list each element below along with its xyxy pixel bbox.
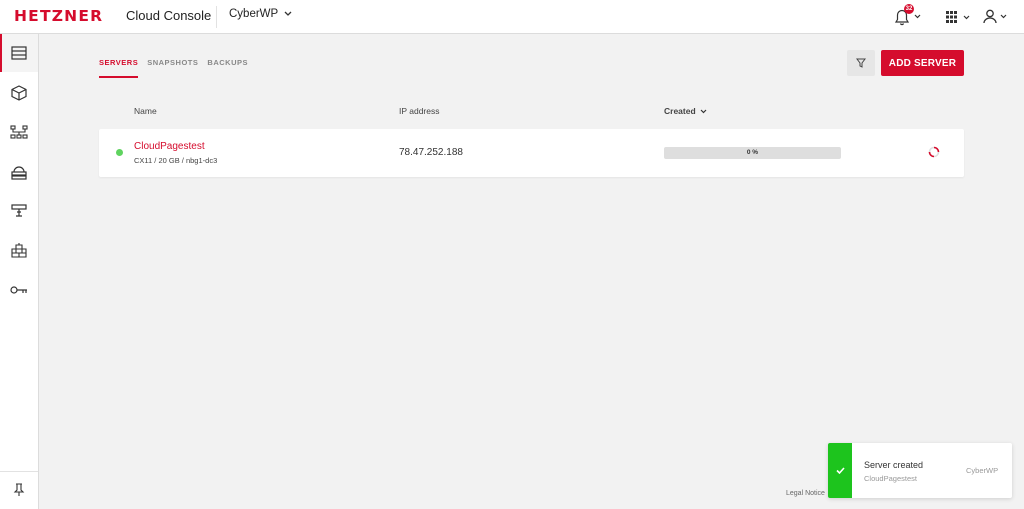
floating-ip-icon [11, 204, 27, 217]
column-header-ip: IP address [399, 106, 440, 116]
project-selector[interactable]: CyberWP [229, 8, 292, 20]
tab-bar: SERVERS SNAPSHOTS BACKUPS [99, 58, 248, 78]
tab-backups[interactable]: BACKUPS [207, 58, 248, 78]
toast-title: Server created [864, 460, 924, 470]
sidebar-item-floating-ips[interactable] [0, 192, 38, 230]
sidebar-item-security[interactable] [0, 271, 38, 309]
server-icon [11, 46, 27, 60]
sidebar-item-networks[interactable] [0, 113, 38, 151]
column-header-created[interactable]: Created [664, 106, 707, 116]
server-name-link[interactable]: CloudPagestest [134, 141, 205, 152]
user-icon [983, 9, 1007, 24]
box-icon [11, 85, 27, 101]
sidebar-pin-button[interactable] [0, 471, 38, 509]
grid-icon [946, 11, 970, 23]
sidebar [0, 34, 39, 509]
project-name: CyberWP [229, 8, 279, 20]
header-divider [216, 6, 217, 28]
app-title: Cloud Console [126, 8, 212, 23]
toast-notification[interactable]: Server created CloudPagestest CyberWP [828, 443, 1012, 498]
pin-icon [13, 483, 25, 496]
hetzner-logo[interactable]: HETZNER [14, 7, 103, 25]
load-balancer-icon [11, 166, 27, 180]
sidebar-item-firewalls[interactable] [0, 231, 38, 269]
tab-servers[interactable]: SERVERS [99, 58, 139, 78]
network-icon [10, 125, 28, 139]
sidebar-item-load-balancers[interactable] [0, 153, 38, 191]
server-ip[interactable]: 78.47.252.188 [399, 147, 463, 158]
table-row[interactable]: CloudPagestest CX11 / 20 GB / nbg1-dc3 7… [99, 129, 964, 177]
legal-notice-link[interactable]: Legal Notice [786, 490, 825, 497]
filter-icon [856, 58, 866, 68]
sidebar-item-volumes[interactable] [0, 74, 38, 112]
filter-button[interactable] [847, 50, 875, 76]
toast-subtitle: CloudPagestest [864, 474, 917, 483]
progress-text: 0 % [746, 149, 759, 156]
column-header-name: Name [134, 106, 157, 116]
firewall-icon [11, 243, 27, 258]
column-header-created-label: Created [664, 106, 696, 116]
apps-menu-button[interactable] [945, 9, 975, 25]
creation-progress-bar: 0 % [664, 147, 841, 159]
tab-snapshots[interactable]: SNAPSHOTS [147, 58, 198, 78]
toast-status-bar [828, 443, 852, 498]
top-bar: HETZNER Cloud Console CyberWP 32 [0, 0, 1024, 34]
loading-spinner-icon [928, 146, 940, 158]
server-spec: CX11 / 20 GB / nbg1-dc3 [134, 156, 218, 165]
toast-project: CyberWP [966, 466, 999, 475]
checkmark-icon [835, 467, 845, 474]
key-icon [10, 286, 27, 294]
chevron-down-icon [700, 109, 707, 113]
chevron-down-icon [284, 11, 292, 16]
user-menu-button[interactable] [982, 7, 1012, 27]
status-indicator [116, 149, 123, 156]
add-server-button[interactable]: ADD SERVER [881, 50, 964, 76]
sidebar-item-servers[interactable] [0, 34, 38, 72]
notification-count-badge: 32 [904, 4, 914, 14]
